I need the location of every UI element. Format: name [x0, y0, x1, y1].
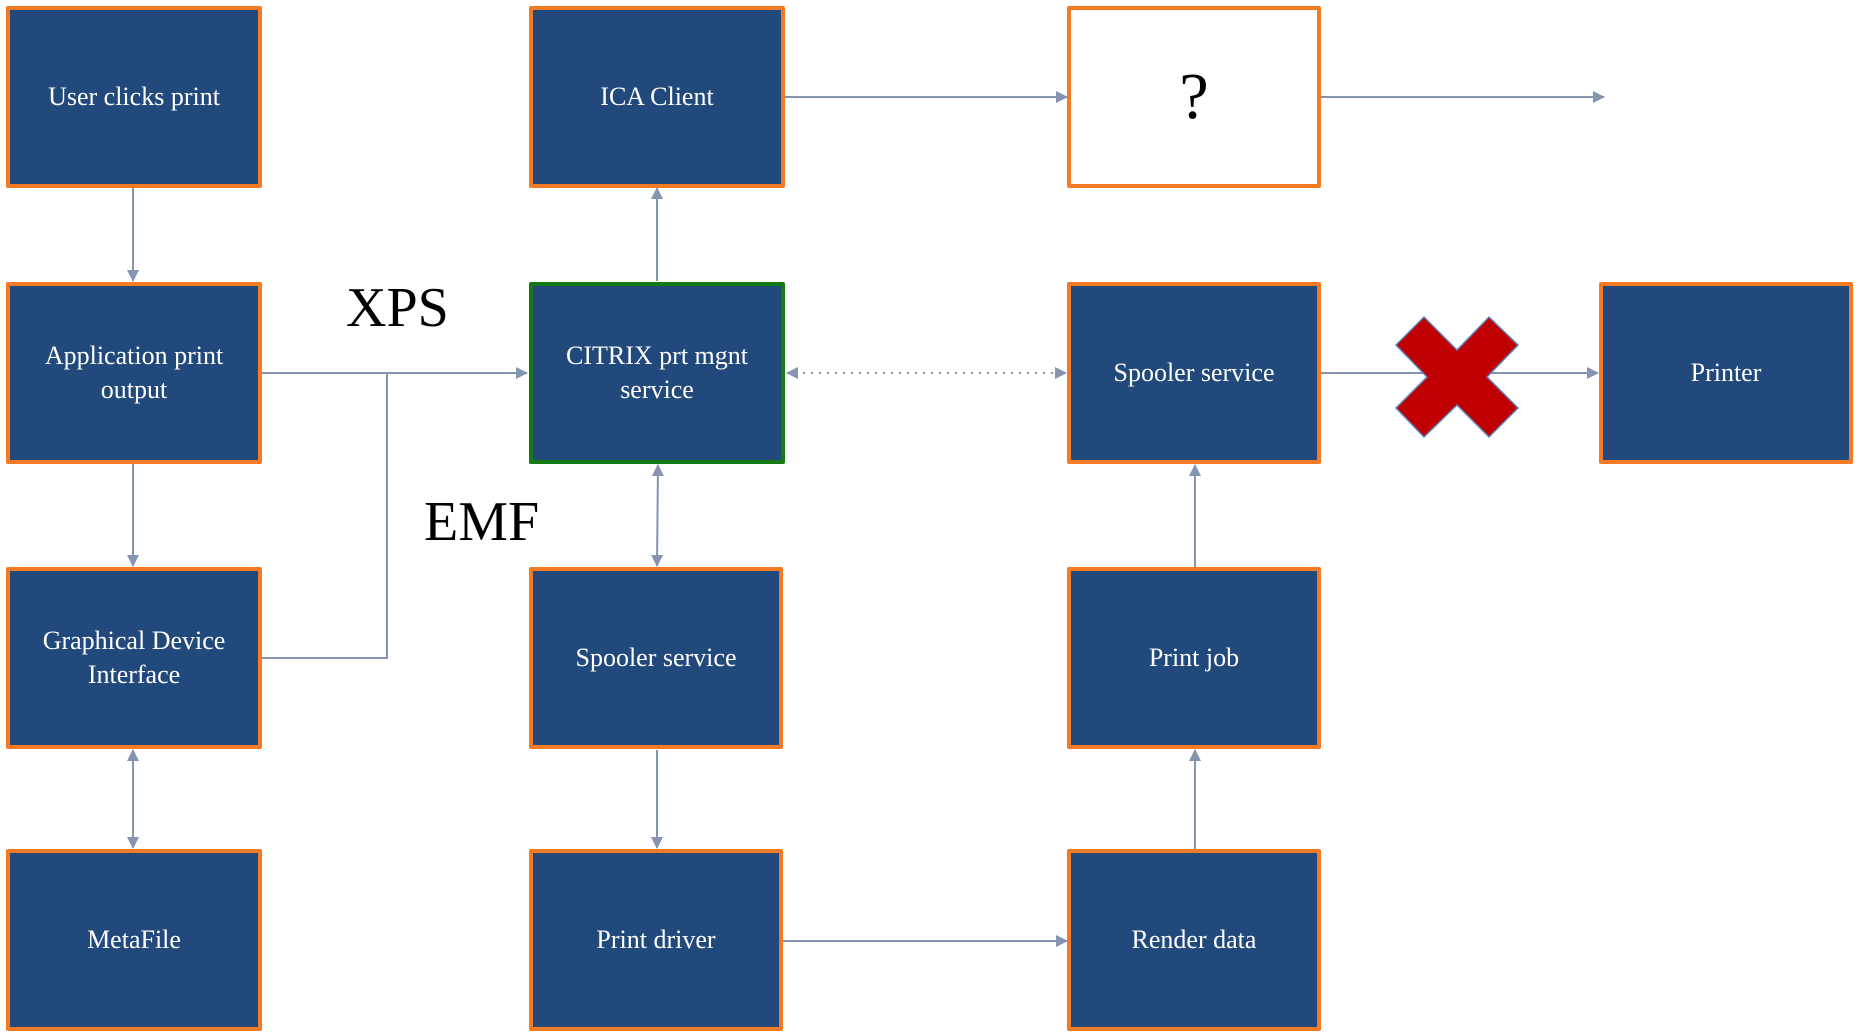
node-application-print-output[interactable]: Application print output	[6, 282, 262, 464]
label-emf: EMF	[424, 491, 540, 553]
node-printer[interactable]: Printer	[1599, 282, 1853, 464]
node-ica-client[interactable]: ICA Client	[529, 6, 785, 188]
node-print-job[interactable]: Print job	[1067, 567, 1321, 749]
edge-gdi-to-citrix-emf	[262, 373, 388, 659]
node-unknown[interactable]: ?	[1067, 6, 1321, 188]
node-print-driver[interactable]: Print driver	[529, 849, 783, 1031]
node-citrix-prt-mgnt-service[interactable]: CITRIX prt mgnt service	[529, 282, 785, 464]
node-metafile[interactable]: MetaFile	[6, 849, 262, 1031]
print-flow-diagram: User clicks print Application print outp…	[0, 0, 1858, 1036]
node-user-clicks-print[interactable]: User clicks print	[6, 6, 262, 188]
node-label: Print job	[1148, 643, 1240, 672]
node-label: MetaFile	[87, 925, 181, 954]
node-label: Spooler service	[575, 643, 737, 672]
connectors-layer	[127, 91, 1605, 947]
node-label: Graphical Device Interface	[42, 626, 226, 689]
node-label: User clicks print	[48, 82, 220, 111]
node-label: Application print output	[44, 341, 224, 404]
node-label: Spooler service	[1113, 358, 1275, 387]
question-mark: ?	[1179, 60, 1209, 133]
label-xps: XPS	[346, 277, 449, 339]
node-label: Render data	[1131, 925, 1257, 954]
blocked-x-icon	[1394, 315, 1520, 439]
node-label: Printer	[1690, 358, 1762, 387]
node-render-data[interactable]: Render data	[1067, 849, 1321, 1031]
node-spooler-service-local[interactable]: Spooler service	[529, 567, 783, 749]
node-label: CITRIX prt mgnt service	[566, 341, 748, 404]
node-label: ICA Client	[600, 82, 714, 111]
node-spooler-service-remote[interactable]: Spooler service	[1067, 282, 1321, 464]
node-graphical-device-interface[interactable]: Graphical Device Interface	[6, 567, 262, 749]
edge-citrix-spooler-local	[651, 464, 664, 567]
node-label: Print driver	[596, 925, 716, 954]
